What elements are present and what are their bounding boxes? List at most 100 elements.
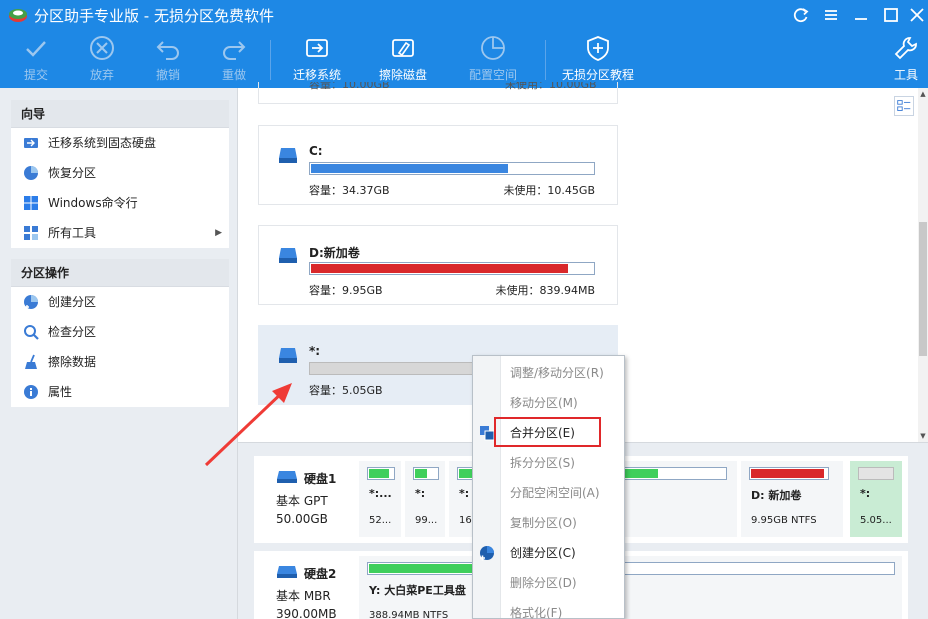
info-icon [24,385,38,399]
partition-ops-section: 分区操作 创建分区 检查分区 擦除数据 属性 [11,259,229,407]
menu-icon[interactable] [820,4,842,26]
allocate-space-button[interactable]: 配置空间 [466,34,520,86]
sidebar-item-label: Windows命令行 [48,196,138,210]
partial-free: 未使用：10.00GB [505,82,597,91]
title-bar: 分区助手专业版 - 无损分区免费软件 [0,0,928,30]
partition-usage-bar [367,467,395,480]
list-view-icon [897,100,911,111]
menu-item-label: 拆分分区(S) [510,456,575,470]
menu-item-split[interactable]: 拆分分区(S) [473,449,624,477]
close-icon[interactable] [906,4,928,26]
migrate-os-button[interactable]: 迁移系统 [290,34,344,86]
left-panel: 向导 迁移系统到固态硬盘 恢复分区 Windows命令行 所有工具 ▶ 分区操作… [0,88,238,619]
toolbar-separator [270,40,271,80]
sidebar-item-all-tools[interactable]: 所有工具 ▶ [11,218,229,248]
partition-card[interactable]: C: 容量：34.37GB 未使用：10.45GB [258,125,618,205]
partition-name: *: [309,344,321,358]
usage-fill [311,164,508,173]
refresh-icon[interactable] [790,4,812,26]
scroll-down-icon[interactable]: ▼ [918,430,928,442]
hard-disk-icon [277,471,297,483]
tutorial-button[interactable]: 无损分区教程 [560,34,636,86]
partition-label: *: [415,487,426,500]
partition-usage-bar [367,562,895,575]
sidebar-item-windows-cmd[interactable]: Windows命令行 [11,188,229,218]
undo-button[interactable]: 撤销 [152,34,184,86]
menu-item-label: 移动分区(M) [510,396,578,410]
minimize-icon[interactable] [850,4,872,26]
disk-name: 硬盘1 [304,472,337,486]
disk-info[interactable]: 硬盘2 基本 MBR 390.00MB [254,551,354,619]
partition-label: *:... [369,487,392,500]
sidebar-item-recover[interactable]: 恢复分区 [11,158,229,188]
sidebar-item-label: 检查分区 [48,325,97,339]
migrate-label: 迁移系统 [292,68,341,82]
partition-name: C: [309,144,323,158]
disk-partition-block[interactable]: *: 99... [405,461,445,537]
menu-item-label: 分配空闲空间(A) [510,486,600,500]
redo-icon [223,41,246,60]
usage-fill [751,469,824,478]
redo-button[interactable]: 重做 [218,34,250,86]
drive-icon [279,348,297,363]
disk-partition-block-selected[interactable]: *: 5.05... [850,461,902,537]
partition-usage-bar [413,467,439,480]
partition-name: D:新加卷 [309,246,360,260]
discard-button[interactable]: 放弃 [86,34,118,86]
scroll-up-icon[interactable]: ▲ [918,88,928,100]
tools-button[interactable]: 工具 [890,34,922,86]
wipe-label: 擦除磁盘 [378,68,427,82]
partition-card-partial[interactable]: 容量：10.00GB 未使用：10.00GB [258,82,618,104]
sidebar-item-properties[interactable]: 属性 [11,377,229,407]
toolbar: 提交 放弃 撤销 重做 迁移系统 擦除磁盘 配置空间 无损分区教程 工具 [0,32,928,88]
menu-item-label: 调整/移动分区(R) [510,366,604,380]
cancel-icon [90,36,114,60]
disk-partition-block[interactable]: D: 新加卷 9.95GB NTFS [741,461,843,537]
menu-item-delete[interactable]: 删除分区(D) [473,569,624,597]
partition-info: 16 [459,515,472,526]
partition-info: 9.95GB NTFS [751,515,817,526]
menu-item-resize-move[interactable]: 调整/移动分区(R) [473,359,624,387]
migrate-disk-icon [306,39,328,57]
sidebar-item-wipe-data[interactable]: 擦除数据 [11,347,229,377]
usage-fill [415,469,427,478]
menu-item-label: 格式化(F) [510,606,563,619]
view-toggle-button[interactable] [894,96,914,116]
sidebar-item-migrate-ssd[interactable]: 迁移系统到固态硬盘 [11,128,229,158]
disk-type: 基本 MBR [276,589,331,603]
ops-title: 分区操作 [11,259,229,287]
menu-item-copy[interactable]: 复制分区(O) [473,509,624,537]
tools-label: 工具 [893,68,918,82]
partition-info: 5.05... [860,515,892,526]
menu-item-move[interactable]: 移动分区(M) [473,389,624,417]
sidebar-item-create-partition[interactable]: 创建分区 [11,287,229,317]
scroll-thumb[interactable] [919,222,927,356]
disk-partition-block[interactable]: Y: 大白菜PE工具盘 388.94MB NTFS [359,556,902,619]
discard-label: 放弃 [89,68,114,82]
chevron-right-icon: ▶ [215,228,222,238]
commit-button[interactable]: 提交 [20,34,52,86]
menu-item-create[interactable]: 创建分区(C) [473,539,624,567]
capacity-text: 容量：34.37GB [309,184,390,197]
disk-partition-block[interactable]: *:... 52... [359,461,401,537]
sidebar-item-check-partition[interactable]: 检查分区 [11,317,229,347]
maximize-icon[interactable] [880,4,902,26]
partition-card[interactable]: D:新加卷 容量：9.95GB 未使用：839.94MB [258,225,618,305]
sidebar-item-label: 擦除数据 [48,355,97,369]
free-space-text: 未使用：839.94MB [495,284,595,297]
redo-label: 重做 [221,68,246,82]
partition-label: Y: 大白菜PE工具盘 [369,584,466,597]
context-menu: 调整/移动分区(R) 移动分区(M) 合并分区(E) 拆分分区(S) 分配空闲空… [472,355,625,619]
vertical-scrollbar[interactable]: ▲ ▼ [918,88,928,442]
wipe-disk-button[interactable]: 擦除磁盘 [376,34,430,86]
grid-tools-icon [24,226,38,240]
partition-info: 99... [415,515,438,526]
menu-item-label: 创建分区(C) [510,546,576,560]
usage-fill [311,264,568,273]
menu-item-allocate-free[interactable]: 分配空闲空间(A) [473,479,624,507]
menu-item-format[interactable]: 格式化(F) [473,599,624,619]
merge-icon [480,426,495,441]
allocate-label: 配置空间 [468,68,517,82]
drive-icon [279,248,297,263]
disk-name: 硬盘2 [304,567,337,581]
